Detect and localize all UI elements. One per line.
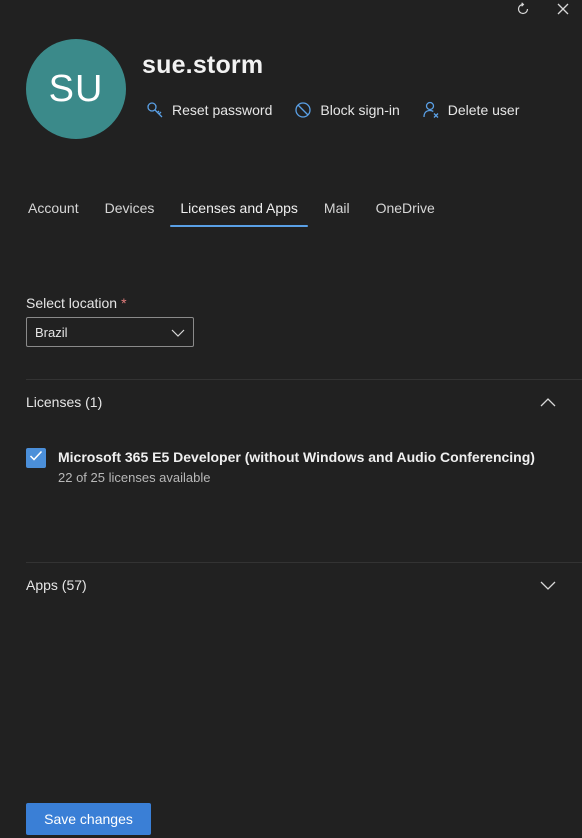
delete-user-icon [422,101,440,119]
license-availability: 22 of 25 licenses available [58,470,211,485]
avatar-initials: SU [48,67,104,110]
tab-account[interactable]: Account [18,190,89,227]
licenses-section-header[interactable]: Licenses (1) [26,394,556,410]
tab-licenses-and-apps[interactable]: Licenses and Apps [170,190,308,227]
delete-user-label: Delete user [447,102,520,118]
location-label-text: Select location [26,295,118,311]
license-text: Microsoft 365 E5 Developer (without Wind… [58,448,535,485]
user-display-name: sue.storm [142,51,264,79]
section-divider [26,562,582,563]
delete-user-button[interactable]: Delete user [422,101,520,119]
checkmark-icon [29,449,43,467]
apps-section-header[interactable]: Apps (57) [26,577,556,593]
apps-section-title: Apps (57) [26,577,87,593]
key-icon [146,101,164,119]
user-actions-bar: Reset password Block sign-in Delete user [146,101,541,119]
reset-password-label: Reset password [172,102,273,118]
tab-onedrive[interactable]: OneDrive [366,190,445,227]
chevron-down-icon[interactable] [540,577,556,593]
tab-mail[interactable]: Mail [314,190,360,227]
save-changes-button[interactable]: Save changes [26,803,151,835]
refresh-icon[interactable] [514,0,532,18]
location-field-label: Select location * [26,295,127,311]
chevron-down-icon [171,325,185,340]
license-item: Microsoft 365 E5 Developer (without Wind… [26,448,535,485]
chevron-up-icon[interactable] [540,394,556,410]
location-dropdown[interactable]: Brazil [26,317,194,347]
license-checkbox[interactable] [26,448,46,468]
tab-devices[interactable]: Devices [95,190,165,227]
block-icon [294,101,312,119]
close-icon[interactable] [554,0,572,18]
block-sign-in-button[interactable]: Block sign-in [294,101,400,119]
location-dropdown-value: Brazil [35,324,68,340]
tab-bar: Account Devices Licenses and Apps Mail O… [18,190,451,227]
license-name: Microsoft 365 E5 Developer (without Wind… [58,449,535,465]
panel-top-actions [514,0,572,18]
block-sign-in-label: Block sign-in [320,102,400,118]
required-marker: * [121,295,127,311]
reset-password-button[interactable]: Reset password [146,101,272,119]
section-divider [26,379,582,380]
user-details-panel: SU sue.storm Reset password Block sign-i… [0,0,582,838]
avatar: SU [26,39,126,139]
licenses-section-title: Licenses (1) [26,394,103,410]
